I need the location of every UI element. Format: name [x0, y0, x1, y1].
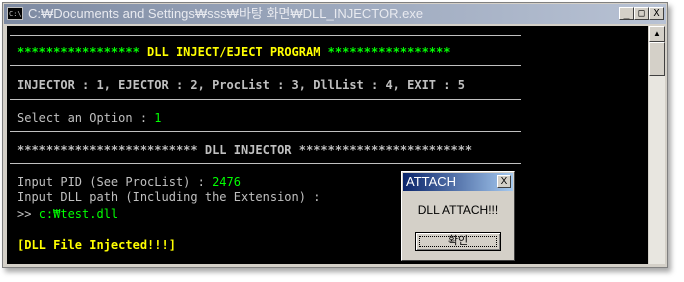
scroll-thumb[interactable]: [649, 42, 665, 76]
scroll-up-icon[interactable]: ▲: [649, 26, 665, 42]
attach-dialog: ATTACH X DLL ATTACH!!! 확인: [401, 171, 515, 261]
dll-path-label: Input DLL path (Including the Extension)…: [17, 190, 321, 204]
separator: [10, 35, 521, 36]
separator: [10, 131, 521, 132]
vertical-scrollbar[interactable]: ▲: [649, 26, 665, 264]
focus-rect: [419, 236, 497, 247]
header-stars-left: *****************: [17, 45, 140, 59]
menu-options: INJECTOR : 1, EJECTOR : 2, ProcList : 3,…: [17, 78, 465, 92]
select-label: Select an Option :: [17, 111, 155, 125]
separator: [10, 163, 521, 164]
dll-path-line: >> c:₩test.dll: [17, 207, 118, 221]
dll-path-value: c:₩test.dll: [38, 207, 119, 221]
section-title: ************************* DLL INJECTOR *…: [17, 143, 473, 157]
pid-value: 2476: [212, 175, 241, 189]
dialog-title-bar[interactable]: ATTACH X: [403, 173, 513, 191]
window-title: C:₩Documents and Settings₩sss₩바탕 화면₩DLL_…: [28, 6, 424, 21]
dialog-close-button[interactable]: X: [497, 175, 511, 188]
console-output[interactable]: ***************** DLL INJECT/EJECT PROGR…: [7, 26, 648, 264]
pid-label: Input PID (See ProcList) :: [17, 175, 213, 189]
separator: [10, 99, 521, 100]
separator: [10, 65, 521, 66]
maximize-button[interactable]: □: [634, 7, 649, 20]
title-bar[interactable]: C:\ C:₩Documents and Settings₩sss₩바탕 화면₩…: [4, 4, 666, 24]
dialog-message: DLL ATTACH!!!: [417, 203, 499, 217]
dll-prompt: >>: [17, 207, 39, 221]
select-value: 1: [154, 111, 162, 125]
dialog-title: ATTACH: [406, 174, 457, 189]
minimize-button[interactable]: _: [619, 7, 634, 20]
console-window: C:\ C:₩Documents and Settings₩sss₩바탕 화면₩…: [2, 2, 668, 268]
console-app-icon[interactable]: C:\: [7, 7, 23, 20]
header-title: DLL INJECT/EJECT PROGRAM: [139, 45, 328, 59]
program-header: ***************** DLL INJECT/EJECT PROGR…: [17, 45, 451, 59]
close-button[interactable]: X: [649, 7, 664, 20]
inject-result: [DLL File Injected!!!]: [17, 238, 176, 252]
header-stars-right: *****************: [327, 45, 451, 59]
ok-button[interactable]: 확인: [415, 232, 501, 251]
pid-line: Input PID (See ProcList) : 2476: [17, 175, 241, 189]
select-option-line: Select an Option : 1: [17, 111, 162, 125]
